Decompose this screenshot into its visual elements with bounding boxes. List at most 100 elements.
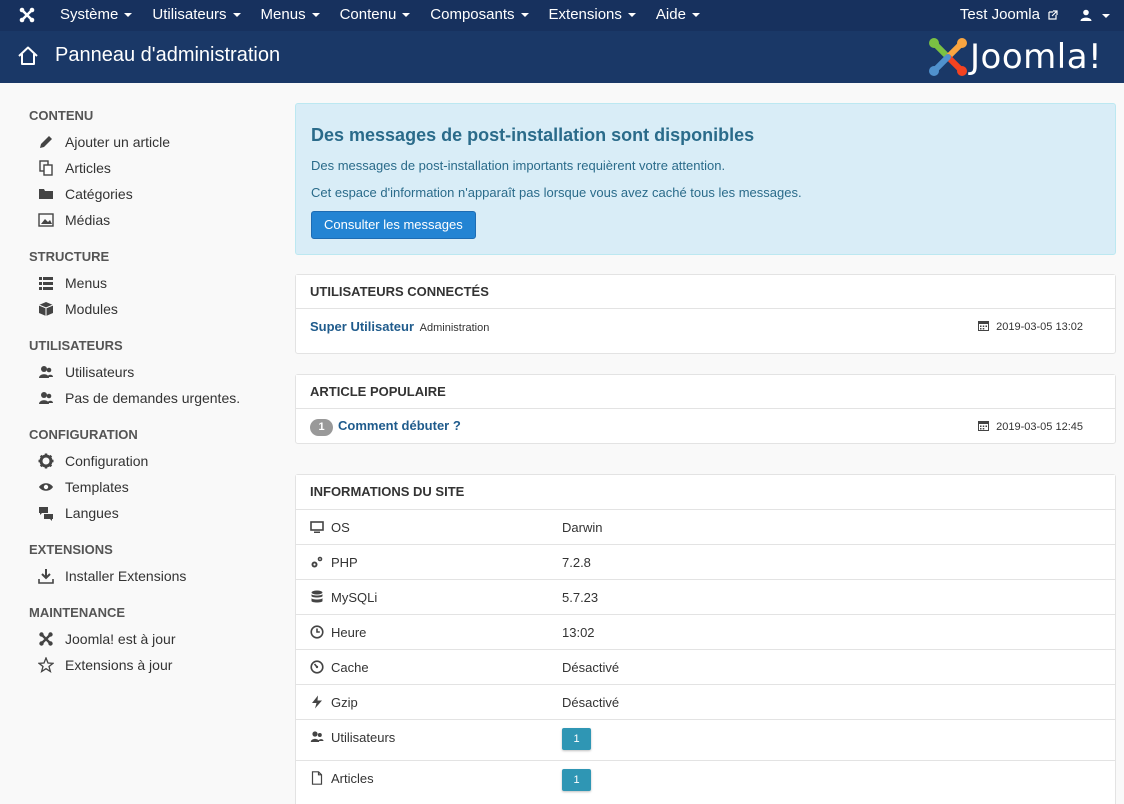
panel-heading: UTILISATEURS CONNECTÉS [296, 275, 1115, 309]
lightning-icon [310, 695, 324, 709]
articles-count-badge[interactable]: 1 [562, 769, 591, 791]
pencil-icon [38, 134, 56, 150]
image-icon [38, 212, 56, 228]
menu-menus[interactable]: Menus [251, 0, 330, 31]
popular-article-link[interactable]: 1 Comment débuter ? [310, 418, 461, 436]
logged-users-panel: UTILISATEURS CONNECTÉS Super Utilisateur… [295, 274, 1116, 354]
external-link-icon [1048, 1, 1058, 20]
sidebar-item-ajouter-article[interactable]: Ajouter un article [29, 129, 279, 155]
calendar-icon [978, 320, 990, 331]
calendar-icon [978, 420, 990, 431]
file-icon [310, 771, 324, 785]
sidebar-item-articles[interactable]: Articles [29, 155, 279, 181]
view-messages-button[interactable]: Consulter les messages [311, 211, 476, 239]
caret-down-icon [311, 13, 320, 18]
list-item: Super Utilisateur Administration 2019-03… [296, 309, 1115, 344]
comments-icon [38, 505, 56, 521]
sidebar-item-medias[interactable]: Médias [29, 207, 279, 233]
menu-systeme[interactable]: Système [50, 0, 142, 31]
caret-down-icon [520, 13, 529, 18]
copy-icon [38, 160, 56, 176]
desktop-icon [310, 520, 324, 534]
sidebar-item-modules[interactable]: Modules [29, 296, 279, 322]
database-icon [310, 590, 324, 604]
table-row: Heure 13:02 [296, 614, 1115, 649]
menu-contenu[interactable]: Contenu [330, 0, 421, 31]
logged-user-link[interactable]: Super Utilisateur Administration [310, 319, 489, 334]
site-info-panel: INFORMATIONS DU SITE OS Darwin PHP 7.2.8… [295, 474, 1116, 804]
hits-badge: 1 [310, 419, 333, 436]
sidebar-item-templates[interactable]: Templates [29, 474, 279, 500]
sidebar-heading-structure: STRUCTURE [29, 249, 110, 264]
users-icon [310, 730, 324, 744]
menu-composants[interactable]: Composants [420, 0, 538, 31]
users-icon [38, 364, 56, 380]
list-item: 1 Comment débuter ? 2019-03-05 12:45 [296, 409, 1115, 444]
caret-down-icon [627, 13, 636, 18]
caret-down-icon [232, 13, 241, 18]
alert-text-1: Des messages de post-installation import… [311, 158, 726, 173]
login-date: 2019-03-05 13:02 [978, 320, 1083, 333]
view-site-link[interactable]: Test Joomla [946, 0, 1072, 31]
popular-article-panel: ARTICLE POPULAIRE 1 Comment débuter ? 201… [295, 374, 1116, 444]
user-icon [1080, 1, 1092, 21]
star-icon [37, 656, 56, 673]
sidebar-item-installer-extensions[interactable]: Installer Extensions [29, 563, 279, 589]
clock-icon [310, 625, 324, 639]
menu-extensions[interactable]: Extensions [539, 0, 646, 31]
sidebar-heading-configuration: CONFIGURATION [29, 427, 138, 442]
table-row: Gzip Désactivé [296, 684, 1115, 719]
caret-down-icon [1102, 14, 1110, 19]
menu-utilisateurs[interactable]: Utilisateurs [142, 0, 250, 31]
user-menu[interactable] [1072, 0, 1124, 31]
page-title: Panneau d'administration [55, 44, 281, 66]
joomla-logo-icon [928, 37, 968, 77]
user-context: Administration [419, 322, 490, 334]
table-row: Utilisateurs 1 [296, 719, 1115, 760]
panel-heading: INFORMATIONS DU SITE [296, 475, 1115, 509]
sidebar-heading-utilisateurs: UTILISATEURS [29, 338, 123, 353]
caret-down-icon [691, 13, 700, 18]
table-row: Cache Désactivé [296, 649, 1115, 684]
folder-icon [38, 186, 56, 202]
sidebar-heading-maintenance: MAINTENANCE [29, 605, 126, 620]
sidebar-item-categories[interactable]: Catégories [29, 181, 279, 207]
users-count-badge[interactable]: 1 [562, 728, 591, 750]
article-date: 2019-03-05 12:45 [978, 420, 1083, 433]
caret-down-icon [124, 13, 133, 18]
alert-text-2: Cet espace d'information n'apparaît pas … [311, 185, 802, 200]
sidebar-item-extensions-a-jour[interactable]: Extensions à jour [29, 652, 279, 678]
home-icon [17, 45, 39, 67]
sidebar-item-demandes[interactable]: Pas de demandes urgentes. [29, 385, 279, 411]
table-row: Articles 1 [296, 760, 1115, 801]
sidebar-item-configuration[interactable]: Configuration [29, 448, 279, 474]
eye-icon [38, 479, 56, 495]
sidebar-item-menus[interactable]: Menus [29, 270, 279, 296]
users-icon [38, 390, 56, 406]
sidebar-item-langues[interactable]: Langues [29, 500, 279, 526]
joomla-brand: Joomla! [970, 37, 1103, 77]
gear-icon [38, 453, 56, 469]
top-navbar: Système Utilisateurs Menus Contenu Compo… [0, 0, 1124, 31]
sidebar-heading-extensions: EXTENSIONS [29, 542, 113, 557]
list-icon [38, 275, 56, 291]
sidebar-item-utilisateurs[interactable]: Utilisateurs [29, 359, 279, 385]
panel-heading: ARTICLE POPULAIRE [296, 375, 1115, 409]
table-row: MySQLi 5.7.23 [296, 579, 1115, 614]
sidebar-item-joomla-a-jour[interactable]: Joomla! est à jour [29, 626, 279, 652]
download-icon [38, 568, 56, 584]
table-row: PHP 7.2.8 [296, 544, 1115, 579]
page-header: Panneau d'administration Joomla! [0, 31, 1124, 83]
joomla-icon [38, 631, 56, 647]
sidebar-heading-contenu: CONTENU [29, 108, 94, 123]
caret-down-icon [402, 13, 411, 18]
joomla-icon[interactable] [18, 6, 36, 24]
menu-aide[interactable]: Aide [646, 0, 710, 31]
dashboard-icon [310, 660, 324, 674]
table-row: OS Darwin [296, 509, 1115, 544]
cogs-icon [310, 555, 324, 569]
cube-icon [38, 301, 56, 317]
sidebar: CONTENU Ajouter un article Articles Caté… [29, 100, 279, 678]
post-install-alert: Des messages de post-installation sont d… [295, 103, 1116, 255]
alert-title: Des messages de post-installation sont d… [311, 125, 755, 145]
